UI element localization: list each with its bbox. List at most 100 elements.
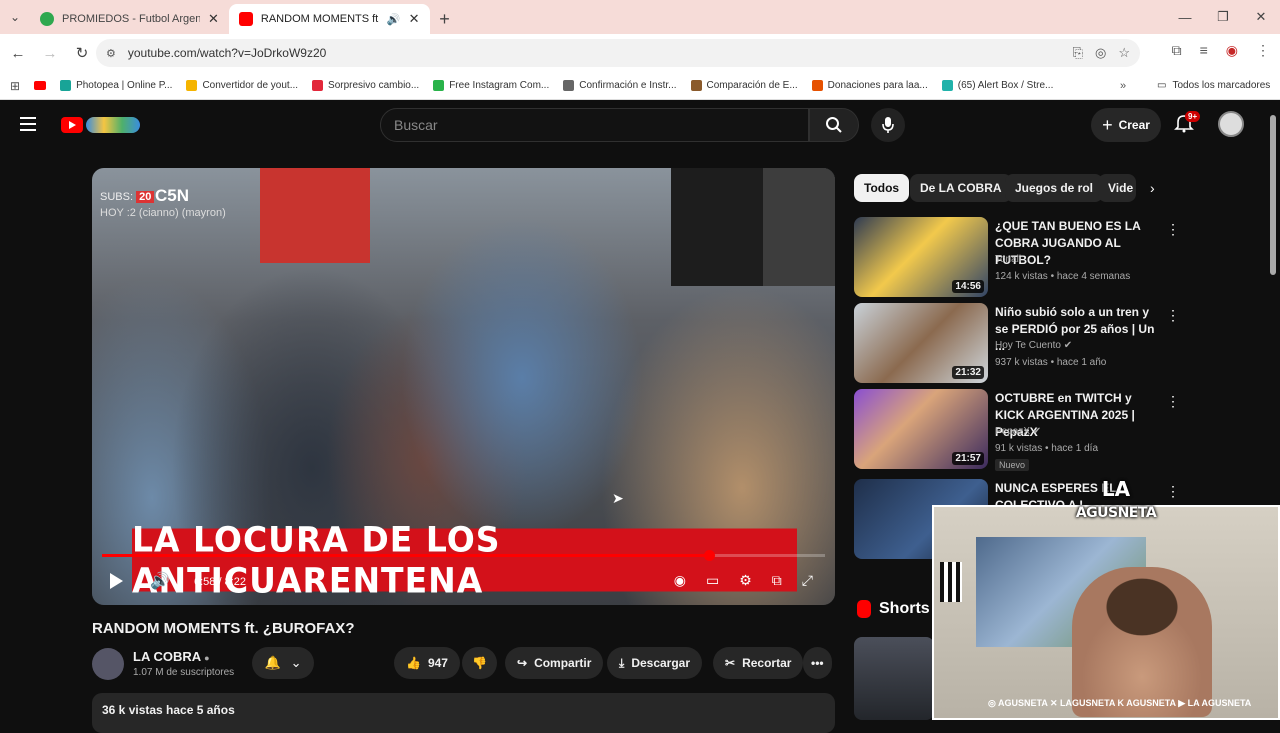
short-thumbnail[interactable] (854, 637, 934, 720)
shorts-logo-icon (857, 600, 871, 618)
close-tab-icon[interactable]: ✕ (409, 11, 420, 27)
clip-label: Recortar (742, 656, 792, 670)
more-options-icon[interactable]: ⋮ (1166, 221, 1180, 238)
bookmark-item[interactable]: Donaciones para laa... (811, 80, 928, 91)
bookmark-favicon-icon (433, 80, 445, 91)
browser-menu-icon[interactable]: ⋮ (1256, 42, 1270, 59)
more-bookmarks-icon[interactable]: » (1120, 80, 1126, 92)
video-player[interactable]: SUBS: 20 C5N HOY :2 (cianno) (mayron) LA… (92, 168, 835, 605)
tv-channel-logo: C5N (155, 186, 190, 205)
voice-search-button[interactable] (871, 108, 905, 142)
bookmark-item[interactable]: Convertidor de yout... (186, 80, 298, 91)
volume-icon[interactable]: 🔊 (150, 571, 170, 591)
browser-toolbar: ← → ↻ ⚙ youtube.com/watch?v=JoDrkoW9z20 … (0, 34, 1280, 72)
share-button[interactable]: ↪ Compartir (505, 647, 604, 679)
chip-juegos-de-rol[interactable]: Juegos de rol (1005, 174, 1104, 202)
share-label: Compartir (534, 656, 592, 670)
eye-off-icon[interactable]: ◎ (1095, 45, 1106, 61)
audio-playing-icon[interactable]: 🔊 (387, 13, 401, 26)
bookmark-item[interactable]: Sorpresivo cambio... (312, 80, 419, 91)
extensions-icon[interactable]: ⧉ (1172, 42, 1182, 59)
chip-de-la-cobra[interactable]: De LA COBRA (910, 174, 1012, 202)
miniplayer-icon[interactable]: ⧉ (772, 572, 782, 589)
address-bar[interactable]: ⚙ youtube.com/watch?v=JoDrkoW9z20 ⎘ ◎ ☆ (96, 39, 1140, 67)
promiedos-favicon-icon (40, 12, 54, 26)
chip-todos[interactable]: Todos (854, 174, 910, 202)
account-avatar[interactable] (1218, 111, 1244, 137)
tab-search-icon[interactable]: ⌄ (0, 0, 30, 34)
search-icon (826, 117, 842, 133)
verified-icon: ● (204, 653, 210, 663)
dislike-button[interactable]: 👎 (462, 647, 497, 679)
close-window-icon[interactable]: ✕ (1242, 0, 1280, 34)
back-icon[interactable]: ← (4, 39, 32, 67)
thumbs-down-icon: 👎 (472, 656, 487, 670)
more-actions-button[interactable]: ••• (803, 647, 832, 679)
chip-videos[interactable]: Vide (1098, 174, 1136, 202)
video-background-building (260, 168, 370, 263)
recommendation-item[interactable]: 14:56 ¿QUE TAN BUENO ES LA COBRA JUGANDO… (854, 217, 1180, 297)
all-bookmarks-folder[interactable]: ▭ Todos los marcadores (1157, 80, 1270, 91)
video-thumbnail[interactable]: 21:32 (854, 303, 988, 383)
download-button[interactable]: ⤓ Descargar (607, 647, 703, 679)
new-tab-icon[interactable]: + (430, 4, 460, 34)
tab-title: PROMIEDOS - Futbol Argentino (62, 13, 200, 25)
bookmark-item[interactable]: Photopea | Online P... (60, 80, 172, 91)
channel-avatar[interactable] (92, 648, 124, 680)
bookmark-item[interactable]: Comparación de E... (690, 80, 798, 91)
bookmark-star-icon[interactable]: ☆ (1118, 45, 1130, 61)
download-label: Descargar (631, 656, 691, 670)
description-box[interactable]: 36 k vistas hace 5 años (92, 693, 835, 733)
more-options-icon[interactable]: ⋮ (1166, 393, 1180, 410)
restore-icon[interactable]: ❐ (1204, 0, 1242, 34)
bookmark-label: (65) Alert Box / Stre... (957, 80, 1054, 91)
bookmark-item[interactable]: (65) Alert Box / Stre... (941, 80, 1054, 91)
more-options-icon[interactable]: ⋮ (1166, 483, 1180, 500)
profile-icon[interactable]: ◉ (1226, 42, 1238, 59)
youtube-bookmark-icon[interactable] (34, 81, 47, 90)
brand-line-1: LA (1101, 477, 1131, 501)
bookmark-item[interactable]: Free Instagram Com... (433, 80, 549, 91)
search-input[interactable]: Buscar (380, 108, 809, 142)
fullscreen-icon[interactable]: ⤢ (802, 572, 813, 589)
video-thumbnail[interactable]: 14:56 (854, 217, 988, 297)
play-icon[interactable] (110, 573, 123, 589)
recommendation-item[interactable]: 21:32 Niño subió solo a un tren y se PER… (854, 303, 1180, 383)
subscription-bell-button[interactable]: 🔔 ⌄ (252, 647, 314, 679)
like-button[interactable]: 👍 947 (394, 647, 460, 679)
bookmark-item[interactable]: Confirmación e Instr... (563, 80, 677, 91)
youtube-logo[interactable] (61, 115, 141, 135)
progress-bar[interactable] (102, 550, 825, 561)
more-options-icon[interactable]: ⋮ (1166, 307, 1180, 324)
forward-icon[interactable]: → (36, 39, 64, 67)
all-bookmarks-label: Todos los marcadores (1172, 80, 1271, 91)
browser-tab-youtube[interactable]: RANDOM MOMENTS ft. ¿BUROFAX? 🔊 ✕ (228, 4, 430, 34)
subtitles-icon[interactable]: ▭ (706, 572, 719, 589)
chevron-right-icon[interactable]: › (1150, 180, 1155, 196)
site-info-icon[interactable]: ⚙ (106, 47, 116, 60)
close-tab-icon[interactable]: ✕ (208, 11, 219, 27)
url-text[interactable]: youtube.com/watch?v=JoDrkoW9z20 (128, 46, 326, 60)
settings-gear-icon[interactable]: ⚙ (739, 572, 752, 589)
channel-name[interactable]: LA COBRA ● (133, 649, 210, 664)
install-app-icon[interactable]: ⎘ (1073, 45, 1083, 61)
create-button[interactable]: + Crear (1091, 108, 1161, 142)
minimize-icon[interactable]: — (1166, 0, 1204, 34)
recommendation-channel[interactable]: PepazX ✔ (995, 426, 1041, 437)
video-thumbnail[interactable]: 21:57 (854, 389, 988, 469)
notifications-button[interactable]: 9+ (1174, 111, 1201, 137)
search-button[interactable] (809, 108, 859, 142)
mouse-cursor-icon: ➤ (612, 490, 624, 506)
recommendation-channel[interactable]: Hoy Te Cuento ✔ (995, 340, 1072, 351)
chevron-down-icon: ⌄ (290, 655, 302, 670)
autoplay-toggle-icon[interactable]: ◉ (674, 572, 686, 589)
clip-button[interactable]: ✂ Recortar (713, 647, 804, 679)
reload-icon[interactable]: ↻ (68, 39, 96, 67)
apps-grid-icon[interactable]: ⊞ (10, 79, 20, 93)
hamburger-menu-icon[interactable] (20, 117, 36, 131)
browser-tab-promiedos[interactable]: PROMIEDOS - Futbol Argentino ✕ (30, 4, 229, 34)
recommendation-item[interactable]: 21:57 OCTUBRE en TWITCH y KICK ARGENTINA… (854, 389, 1180, 471)
recommendation-channel[interactable]: Tonali (995, 254, 1021, 265)
page-scrollbar[interactable] (1270, 115, 1276, 275)
media-queue-icon[interactable]: ≡ (1200, 42, 1208, 59)
